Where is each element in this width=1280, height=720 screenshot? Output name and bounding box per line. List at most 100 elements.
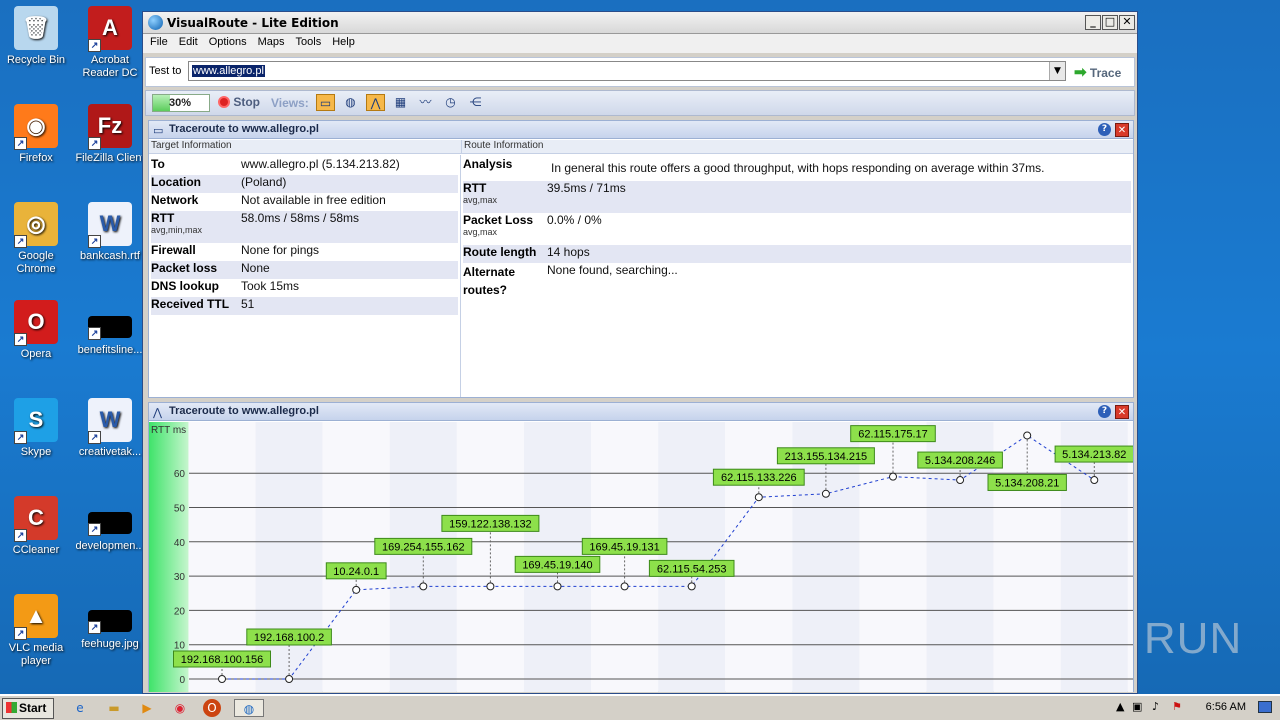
menu-maps[interactable]: Maps bbox=[253, 34, 291, 53]
target-info-row: RTT 58.0ms / 58ms / 58ms avg,min,max bbox=[151, 211, 458, 243]
desktop-shortcut[interactable]: Fz ↗ FileZilla Client bbox=[72, 104, 148, 165]
summary-view-icon[interactable]: ▭ bbox=[316, 94, 335, 111]
show-desktop-icon[interactable] bbox=[1258, 701, 1272, 713]
summary-icon: ▭ bbox=[153, 124, 164, 137]
menu-tools[interactable]: Tools bbox=[291, 34, 328, 53]
file-thumb-icon: ↗ bbox=[88, 316, 132, 340]
desktop-shortcut-label: Google Chrome bbox=[16, 250, 56, 275]
route-info-row: Packet Loss 0.0% / 0% avg,max bbox=[463, 213, 1131, 245]
explorer-taskbar-icon[interactable]: ▬ bbox=[104, 699, 124, 717]
desktop-shortcut[interactable]: A ↗ Acrobat Reader DC bbox=[72, 6, 148, 80]
ccleaner-icon: C ↗ bbox=[14, 496, 58, 542]
volume-icon[interactable]: ♪ bbox=[1152, 700, 1159, 713]
close-button[interactable]: ✕ bbox=[1119, 15, 1135, 30]
menu-help[interactable]: Help bbox=[327, 34, 361, 53]
help-icon[interactable]: ? bbox=[1098, 405, 1111, 418]
ie-taskbar-icon[interactable]: e bbox=[70, 699, 90, 717]
desktop-shortcut[interactable]: C ↗ CCleaner bbox=[0, 496, 74, 557]
shortcut-arrow-icon: ↗ bbox=[14, 235, 27, 248]
hop-label: 5.134.208.21 bbox=[995, 477, 1059, 489]
target-input[interactable]: www.allegro.pl bbox=[188, 61, 1066, 81]
menu-file[interactable]: File bbox=[145, 34, 174, 53]
close-panel-icon[interactable]: ✕ bbox=[1115, 123, 1129, 137]
info-panel: ▭ Traceroute to www.allegro.pl ? ✕ Targe… bbox=[148, 120, 1134, 398]
shortcut-arrow-icon: ↗ bbox=[88, 621, 101, 634]
hop-point bbox=[553, 582, 562, 591]
chart-column-stripe bbox=[658, 422, 726, 692]
trend-view-icon[interactable]: 〰 bbox=[416, 94, 435, 111]
hop-label: 62.115.175.17 bbox=[858, 429, 928, 441]
desktop-shortcut[interactable]: W ↗ creativetak... bbox=[72, 398, 148, 459]
hop-point bbox=[956, 476, 965, 485]
desktop-shortcut[interactable]: ↗ developmen... bbox=[72, 496, 148, 553]
target-info-row: Received TTL 51 bbox=[151, 297, 458, 315]
flag-alert-icon[interactable]: ⚑ bbox=[1172, 700, 1182, 713]
route-tree-view-icon[interactable]: ⋲ bbox=[466, 94, 485, 111]
vlc-icon: ▲ ↗ bbox=[14, 594, 58, 640]
window-title: VisualRoute - Lite Edition bbox=[167, 16, 339, 30]
route-info-sub: avg,max bbox=[463, 195, 498, 205]
route-info-row: Analysis In general this route offers a g… bbox=[463, 157, 1131, 179]
hop-point bbox=[1090, 476, 1099, 485]
desktop-shortcut[interactable]: ↗ benefitsline... bbox=[72, 300, 148, 357]
word-doc-icon: W ↗ bbox=[88, 398, 132, 444]
graph-view-icon[interactable]: ⋀ bbox=[366, 94, 385, 111]
desktop-shortcut[interactable]: ◎ ↗ Google Chrome bbox=[0, 202, 74, 276]
clock[interactable]: 6:56 AM bbox=[1206, 701, 1246, 713]
maximize-button[interactable]: □ bbox=[1102, 15, 1118, 30]
desktop-shortcut[interactable]: ↗ feehuge.jpg bbox=[72, 594, 148, 651]
menu-edit[interactable]: Edit bbox=[174, 34, 204, 53]
stop-label: Stop bbox=[233, 95, 261, 109]
desktop-shortcut[interactable]: S ↗ Skype bbox=[0, 398, 74, 459]
opera-taskbar-icon[interactable]: O bbox=[203, 699, 221, 717]
hop-label: 62.115.54.253 bbox=[657, 563, 727, 575]
target-info-value: 51 bbox=[241, 297, 255, 311]
target-info-row: Network Not available in free edition bbox=[151, 193, 458, 211]
hop-point bbox=[218, 675, 226, 683]
desktop-shortcut[interactable]: O ↗ Opera bbox=[0, 300, 74, 361]
desktop-shortcut[interactable]: ◉ ↗ Firefox bbox=[0, 104, 74, 165]
rtt-chart: 0 10 20 30 40 50 60 RTT ms 192.168.100.156 192.16… bbox=[149, 422, 1133, 692]
chrome-taskbar-icon[interactable]: ◉ bbox=[170, 699, 190, 717]
close-panel-icon[interactable]: ✕ bbox=[1115, 405, 1129, 419]
shortcut-arrow-icon: ↗ bbox=[88, 523, 101, 536]
tray-arrow-icon[interactable]: ▲ bbox=[1116, 700, 1124, 713]
visualroute-taskbar-button[interactable]: ◍ bbox=[234, 699, 264, 717]
title-bar[interactable]: VisualRoute - Lite Edition _ □ ✕ bbox=[143, 12, 1137, 34]
hop-label: 62.115.133.226 bbox=[721, 472, 797, 484]
route-info-key: Analysis bbox=[463, 157, 513, 171]
target-info-row: Firewall None for pings bbox=[151, 243, 458, 261]
target-dropdown-button[interactable]: ▼ bbox=[1049, 62, 1065, 80]
hop-label: 159.122.138.132 bbox=[449, 518, 532, 530]
desktop-shortcut[interactable]: 🗑 Recycle Bin bbox=[0, 6, 74, 67]
test-to-label: Test to bbox=[149, 65, 182, 77]
graph-icon: ⋀ bbox=[153, 406, 163, 419]
menu-options[interactable]: Options bbox=[204, 34, 253, 53]
target-info-key: Firewall bbox=[151, 243, 196, 257]
shortcut-arrow-icon: ↗ bbox=[88, 39, 101, 52]
start-button[interactable]: Start bbox=[2, 698, 54, 719]
y-tick-label: 0 bbox=[179, 675, 185, 686]
network-icon[interactable]: ▣ bbox=[1132, 700, 1142, 713]
target-info-value: Not available in free edition bbox=[241, 193, 386, 207]
desktop-shortcut[interactable]: W ↗ bankcash.rtf bbox=[72, 202, 148, 263]
desktop-shortcut[interactable]: ▲ ↗ VLC media player bbox=[0, 594, 74, 668]
chrome-icon: ◎ ↗ bbox=[14, 202, 58, 248]
file-thumb-icon: ↗ bbox=[88, 610, 132, 634]
globe-view-icon[interactable]: ◍ bbox=[341, 94, 360, 111]
desktop-shortcut-label: CCleaner bbox=[12, 544, 60, 556]
route-info-key: Route length bbox=[463, 245, 537, 259]
stop-button[interactable]: Stop bbox=[218, 95, 260, 109]
clock-view-icon[interactable]: ◷ bbox=[441, 94, 460, 111]
shortcut-arrow-icon: ↗ bbox=[14, 333, 27, 346]
table-view-icon[interactable]: ▦ bbox=[391, 94, 410, 111]
y-tick-label: 20 bbox=[174, 606, 186, 617]
hop-label: 10.24.0.1 bbox=[333, 566, 379, 578]
trace-button[interactable]: ➡ Trace bbox=[1074, 63, 1121, 81]
target-info-key: To bbox=[151, 157, 165, 171]
minimize-button[interactable]: _ bbox=[1085, 15, 1101, 30]
file-thumb-icon: ↗ bbox=[88, 512, 132, 536]
hop-label: 192.168.100.2 bbox=[254, 632, 324, 644]
media-player-taskbar-icon[interactable]: ▶ bbox=[137, 699, 157, 717]
help-icon[interactable]: ? bbox=[1098, 123, 1111, 136]
